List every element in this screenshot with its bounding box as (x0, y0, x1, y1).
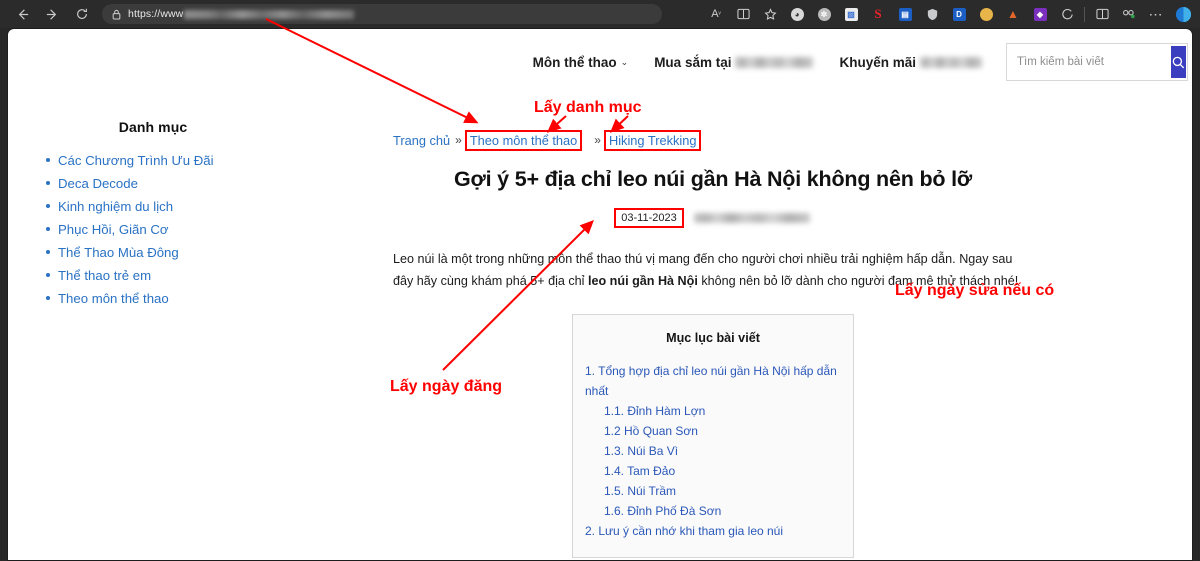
redacted-brand-name (920, 56, 982, 68)
read-aloud-icon[interactable]: Aᵛ (703, 2, 729, 26)
toc-item-1-2[interactable]: 1.2 Hồ Quan Sơn (573, 421, 853, 441)
back-arrow-icon[interactable] (8, 2, 36, 26)
nav-item-label: Môn thể thao (532, 54, 617, 70)
toc-item-1-3[interactable]: 1.3. Núi Ba Vì (573, 441, 853, 461)
traffic-cone-extension-icon[interactable]: ▲ (1000, 2, 1026, 26)
search-box (1006, 43, 1188, 81)
breadcrumb-separator: » (455, 133, 462, 147)
nav-item-label: Mua sắm tại (654, 54, 732, 70)
site-navigation: Môn thể thao ⌄ Mua sắm tại Khuyến mãi (8, 29, 1192, 95)
search-input[interactable] (1007, 44, 1171, 80)
browser-essentials-icon[interactable] (1116, 2, 1142, 26)
profile-avatar-icon[interactable] (1170, 2, 1196, 26)
breadcrumb-category-link[interactable]: Theo môn thể thao (467, 132, 580, 149)
breadcrumb-home-link[interactable]: Trang chủ (393, 133, 450, 148)
cookie-extension-icon[interactable] (973, 2, 999, 26)
sidebar-item-the-thao-mua-dong[interactable]: Thể Thao Mùa Đông (46, 241, 298, 264)
sidebar-item-phuc-hoi-gian-co[interactable]: Phục Hồi, Giãn Cơ (46, 218, 298, 241)
paragraph-line-1: Leo núi là một trong những môn thể thao … (393, 252, 956, 266)
purple-badge-extension-icon[interactable]: ◆ (1027, 2, 1053, 26)
search-submit-button[interactable] (1171, 46, 1186, 78)
forward-arrow-icon[interactable] (38, 2, 66, 26)
article-meta: 03-11-2023 (393, 210, 1033, 226)
paragraph-line-3: không nên bỏ lỡ dành cho người đam (697, 274, 913, 288)
annotation-get-published-date: Lấy ngày đăng (390, 378, 503, 395)
lock-icon (112, 9, 121, 20)
category-sidebar: Danh mục Các Chương Trình Ưu Đãi Deca De… (8, 119, 298, 310)
shield-extension-icon[interactable] (919, 2, 945, 26)
toc-title: Mục lục bài viết (666, 331, 760, 345)
paragraph-bold-phrase: leo núi gần Hà Nội (587, 274, 698, 288)
screenshot-root: https://www Aᵛ ◕ ✲ ▧ S ▤ D ▲ ◆ ⋯ Môn thể… (0, 0, 1200, 561)
article-title: Gợi ý 5+ địa chỉ leo núi gần Hà Nội khôn… (454, 167, 972, 191)
browser-nav-buttons (0, 2, 96, 26)
annotation-get-category: Lấy danh mục (534, 99, 642, 116)
breadcrumb-subcategory-link[interactable]: Hiking Trekking (606, 132, 699, 149)
address-bar-url: https://www (128, 8, 355, 20)
category-list: Các Chương Trình Ưu Đãi Deca Decode Kinh… (8, 149, 298, 310)
table-of-contents: Mục lục bài viết 1. Tổng hợp địa chỉ leo… (572, 314, 854, 558)
annotation-get-modified-date: Lấy ngày sửa nếu có (895, 282, 1055, 299)
settings-gear-extension-icon[interactable]: ✲ (811, 2, 837, 26)
reload-icon[interactable] (68, 2, 96, 26)
toolbar-divider (1084, 6, 1085, 22)
redacted-author-name (693, 213, 810, 223)
breadcrumb: Trang chủ » Theo môn thể thao » Hiking T… (393, 129, 1033, 151)
redacted-url (184, 9, 355, 19)
toc-item-1-4[interactable]: 1.4. Tam Đảo (573, 461, 853, 481)
sidebar-title: Danh mục (118, 119, 188, 135)
blue-square-extension-icon[interactable]: ▤ (892, 2, 918, 26)
sidebar-item-the-thao-tre-em[interactable]: Thể thao trẻ em (46, 264, 298, 287)
split-screen-icon[interactable] (1089, 2, 1115, 26)
nav-item-mon-the-thao[interactable]: Môn thể thao ⌄ (533, 55, 629, 70)
toc-item-1[interactable]: 1. Tổng hợp địa chỉ leo núi gần Hà Nội h… (573, 361, 853, 401)
article-publish-date: 03-11-2023 (616, 210, 681, 226)
scribd-extension-icon[interactable]: S (865, 2, 891, 26)
browser-toolbar-icons: Aᵛ ◕ ✲ ▧ S ▤ D ▲ ◆ ⋯ (703, 0, 1196, 28)
copilot-extension-icon[interactable] (1054, 2, 1080, 26)
article-column: Trang chủ » Theo môn thể thao » Hiking T… (393, 129, 1033, 560)
reading-view-icon[interactable] (730, 2, 756, 26)
browser-toolbar: https://www Aᵛ ◕ ✲ ▧ S ▤ D ▲ ◆ ⋯ (0, 0, 1200, 28)
chevron-down-icon: ⌄ (620, 56, 629, 67)
image-extension-icon[interactable]: ▧ (838, 2, 864, 26)
sidebar-item-cac-chuong-trinh-uu-dai[interactable]: Các Chương Trình Ưu Đãi (46, 149, 298, 172)
nav-item-khuyen-mai[interactable]: Khuyến mãi (839, 55, 982, 70)
sidebar-item-theo-mon-the-thao[interactable]: Theo môn thể thao (46, 287, 298, 310)
favorite-star-icon[interactable] (757, 2, 783, 26)
sidebar-item-kinh-nghiem-du-lich[interactable]: Kinh nghiệm du lịch (46, 195, 298, 218)
redacted-brand-name (735, 56, 814, 68)
nav-item-mua-sam-tai[interactable]: Mua sắm tại (654, 54, 814, 70)
panda-extension-icon[interactable]: ◕ (784, 2, 810, 26)
toc-item-1-6[interactable]: 1.6. Đỉnh Phố Đà Sơn (573, 501, 853, 521)
address-bar[interactable]: https://www (102, 4, 662, 24)
settings-more-icon[interactable]: ⋯ (1143, 2, 1169, 26)
dictionary-extension-icon[interactable]: D (946, 2, 972, 26)
nav-item-label: Khuyến mãi (839, 54, 916, 70)
sidebar-item-deca-decode[interactable]: Deca Decode (46, 172, 298, 195)
toc-item-2[interactable]: 2. Lưu ý cần nhớ khi tham gia leo núi (573, 521, 853, 541)
toc-item-1-1[interactable]: 1.1. Đỉnh Hàm Lợn (573, 401, 853, 421)
toc-item-1-5[interactable]: 1.5. Núi Trầm (573, 481, 853, 501)
breadcrumb-separator: » (594, 133, 601, 147)
